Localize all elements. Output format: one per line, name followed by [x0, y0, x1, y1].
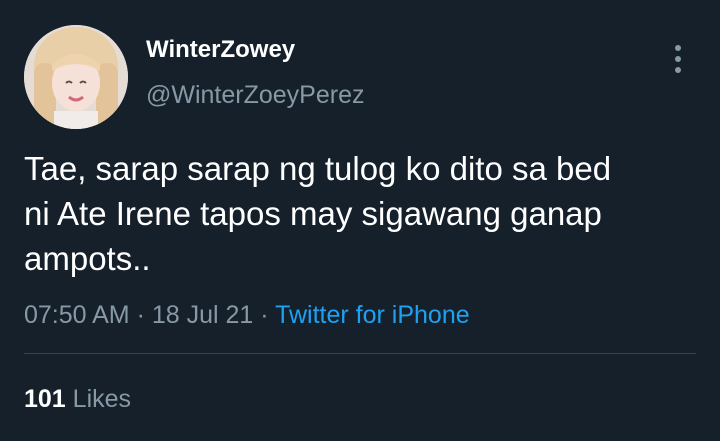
- tweet-meta: 07:50 AM · 18 Jul 21 · Twitter for iPhon…: [24, 298, 470, 332]
- avatar[interactable]: [24, 25, 128, 129]
- tweet-date[interactable]: 18 Jul 21: [152, 301, 253, 329]
- more-vertical-icon: [675, 45, 681, 51]
- likes-label: Likes: [72, 385, 132, 413]
- more-options-button[interactable]: [664, 42, 692, 76]
- display-name[interactable]: WinterZowey: [146, 36, 295, 64]
- likes-count: 101: [24, 385, 66, 413]
- divider: [24, 353, 696, 354]
- tweet-time[interactable]: 07:50 AM: [24, 301, 130, 329]
- user-handle[interactable]: @WinterZoeyPerez: [146, 80, 365, 110]
- tweet-text: Tae, sarap sarap ng tulog ko dito sa bed…: [24, 150, 612, 277]
- more-vertical-icon-dot: [675, 56, 681, 62]
- profile-photo: [24, 25, 128, 129]
- tweet-detail: WinterZowey @WinterZoeyPerez Tae, sarap …: [0, 0, 720, 441]
- meta-separator: ·: [129, 301, 152, 329]
- meta-separator: ·: [253, 301, 276, 329]
- more-vertical-icon-dot: [675, 67, 681, 73]
- likes-stat[interactable]: 101 Likes: [24, 383, 131, 415]
- tweet-source-link[interactable]: Twitter for iPhone: [275, 301, 470, 329]
